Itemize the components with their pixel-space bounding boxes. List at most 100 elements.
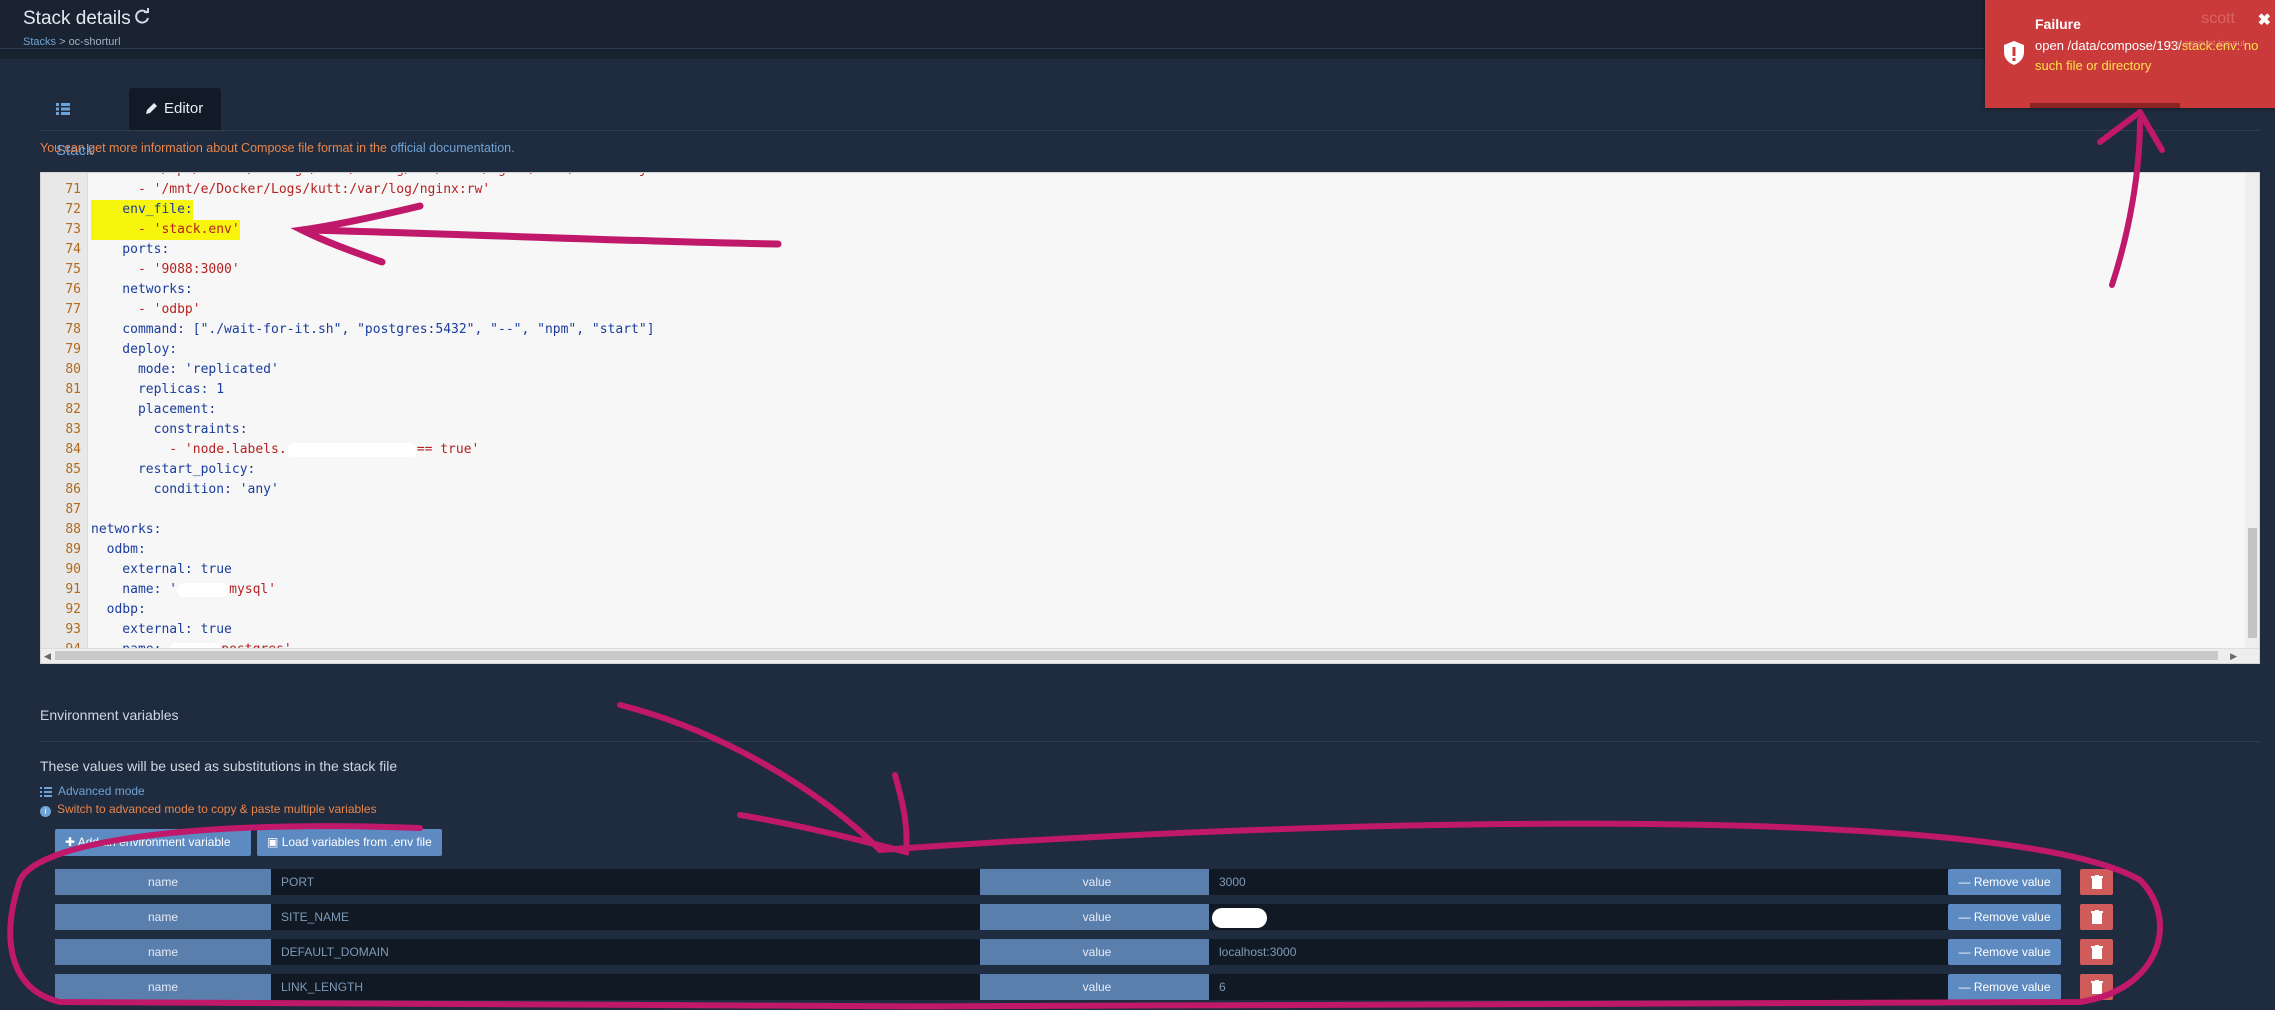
failure-toast[interactable]: Failure open /data/compose/193/stack.env…: [1985, 0, 2275, 108]
line-number: 87: [65, 502, 81, 517]
trash-icon: [2090, 910, 2103, 924]
code-line: 83 constraints:: [41, 420, 2259, 440]
add-environment-variable-button[interactable]: ✚ Add an environment variable: [55, 829, 251, 856]
code-line: 78 command: ["./wait-for-it.sh", "postgr…: [41, 320, 2259, 340]
trash-icon: [2090, 980, 2103, 994]
code-line: 86 condition: 'any': [41, 480, 2259, 500]
code-line: 71 - '/mnt/e/Docker/Logs/kutt:/var/log/n…: [41, 180, 2259, 200]
line-number: 90: [65, 562, 81, 577]
line-text: command: ["./wait-for-it.sh", "postgres:…: [91, 322, 655, 337]
code-line: 92 odbp:: [41, 600, 2259, 620]
code-line: 74 ports:: [41, 240, 2259, 260]
delete-row-button[interactable]: [2080, 869, 2113, 895]
code-line: 75 - '9088:3000': [41, 260, 2259, 280]
file-upload-icon: ▣: [267, 835, 279, 849]
line-text: name: ': [91, 582, 178, 597]
tab-editor[interactable]: Editor: [129, 88, 221, 130]
line-text: - '/mnt/e/Docker/Logs/kutt:/var/log/ngin…: [91, 182, 491, 197]
line-text: replicas: 1: [91, 382, 225, 397]
breadcrumb: Stacks > oc-shorturl: [23, 36, 121, 48]
env-value-input[interactable]: [1209, 904, 1995, 930]
code-line: 90 external: true: [41, 560, 2259, 580]
remove-value-button[interactable]: — Remove value: [1948, 904, 2061, 930]
line-text: env_file:: [91, 200, 193, 220]
delete-row-button[interactable]: [2080, 904, 2113, 930]
add-env-label: Add an environment variable: [77, 835, 231, 849]
advanced-mode-label: Advanced mode: [58, 784, 145, 798]
line-number: 73: [65, 222, 81, 237]
code-editor[interactable]: 70 '/opt/docker/configs/kutt/config/usr/…: [40, 172, 2260, 664]
env-name-input[interactable]: LINK_LENGTH: [271, 974, 1004, 1000]
top-bar: Stack details Stacks > oc-shorturl ● sco…: [0, 0, 2275, 49]
value-label: value: [980, 904, 1214, 930]
code-line: 85 restart_policy:: [41, 460, 2259, 480]
toast-message-path: open /data/compose/193/: [2035, 38, 2182, 53]
breadcrumb-stacks-link[interactable]: Stacks: [23, 36, 56, 48]
load-env-file-button[interactable]: ▣ Load variables from .env file: [257, 829, 442, 856]
vertical-scroll-thumb[interactable]: [2248, 528, 2257, 638]
line-text: odbm:: [91, 542, 146, 557]
delete-row-button[interactable]: [2080, 974, 2113, 1000]
line-number: 80: [65, 362, 81, 377]
redaction-blot: [1212, 908, 1267, 928]
minus-icon: —: [1958, 980, 1971, 994]
remove-value-button[interactable]: — Remove value: [1948, 939, 2061, 965]
annotation-arrowhead-env-list: [737, 772, 910, 856]
env-value-input[interactable]: 3000: [1209, 869, 1995, 895]
remove-value-button[interactable]: — Remove value: [1948, 869, 2061, 895]
line-tail-text: mysql': [229, 582, 277, 597]
code-lines: 70 '/opt/docker/configs/kutt/config/usr/…: [41, 173, 2259, 660]
toast-title: Failure: [2035, 16, 2081, 32]
trash-icon: [2090, 875, 2103, 889]
vertical-scrollbar[interactable]: [2245, 173, 2259, 663]
name-label: name: [55, 939, 271, 965]
plus-circle-icon: ✚: [65, 835, 76, 849]
tab-stack[interactable]: Stack: [40, 88, 124, 159]
line-number: 77: [65, 302, 81, 317]
page-title: Stack details: [23, 8, 131, 29]
line-text: networks:: [91, 282, 193, 297]
line-text: networks:: [91, 522, 162, 537]
tab-editor-label: Editor: [164, 100, 204, 117]
app-window: Stack details Stacks > oc-shorturl ● sco…: [0, 0, 2275, 1010]
load-env-label: Load variables from .env file: [281, 835, 432, 849]
close-icon[interactable]: ✖: [2258, 10, 2271, 30]
scroll-right-icon[interactable]: ▶: [2230, 649, 2237, 663]
line-number: 84: [65, 442, 81, 457]
official-documentation-link[interactable]: official documentation.: [390, 141, 514, 155]
line-redacted-tail: == true': [286, 440, 480, 460]
breadcrumb-separator: >: [56, 36, 69, 48]
advanced-mode-link[interactable]: Advanced mode: [40, 784, 145, 798]
line-number: 91: [65, 582, 81, 597]
env-name-input[interactable]: PORT: [271, 869, 1004, 895]
line-text: - 'stack.env': [91, 220, 240, 240]
remove-value-button[interactable]: — Remove value: [1948, 974, 2061, 1000]
env-variable-row: name SITE_NAME value — Remove value: [55, 904, 2115, 930]
env-value-input[interactable]: localhost:3000: [1209, 939, 1995, 965]
substitution-note: These values will be used as substitutio…: [40, 758, 398, 774]
list-icon: [40, 787, 52, 797]
env-name-input[interactable]: DEFAULT_DOMAIN: [271, 939, 1004, 965]
code-line: 89 odbm:: [41, 540, 2259, 560]
code-line: 82 placement:: [41, 400, 2259, 420]
horizontal-scroll-thumb[interactable]: [55, 651, 2218, 660]
pencil-icon: [146, 103, 157, 114]
env-name-input[interactable]: SITE_NAME: [271, 904, 1004, 930]
name-label: name: [55, 904, 271, 930]
line-text: condition: 'any': [91, 482, 279, 497]
code-line: 70 '/opt/docker/configs/kutt/config/usr/…: [41, 173, 2259, 180]
annotation-arrowhead-toast: [2097, 109, 2165, 153]
code-line: 79 deploy:: [41, 340, 2259, 360]
env-value-input[interactable]: 6: [1209, 974, 1995, 1000]
line-number: 81: [65, 382, 81, 397]
remove-value-label: Remove value: [1973, 945, 2051, 959]
horizontal-scrollbar[interactable]: ◀ ▶: [41, 648, 2259, 663]
code-line: 77 - 'odbp': [41, 300, 2259, 320]
line-tail-text: == true': [416, 442, 480, 457]
refresh-icon[interactable]: [133, 8, 151, 31]
scroll-left-icon[interactable]: ◀: [44, 649, 51, 663]
line-number: 71: [65, 182, 81, 197]
delete-row-button[interactable]: [2080, 939, 2113, 965]
advanced-mode-hint: i Switch to advanced mode to copy & paste…: [40, 802, 377, 817]
line-text: - 'odbp': [91, 302, 201, 317]
